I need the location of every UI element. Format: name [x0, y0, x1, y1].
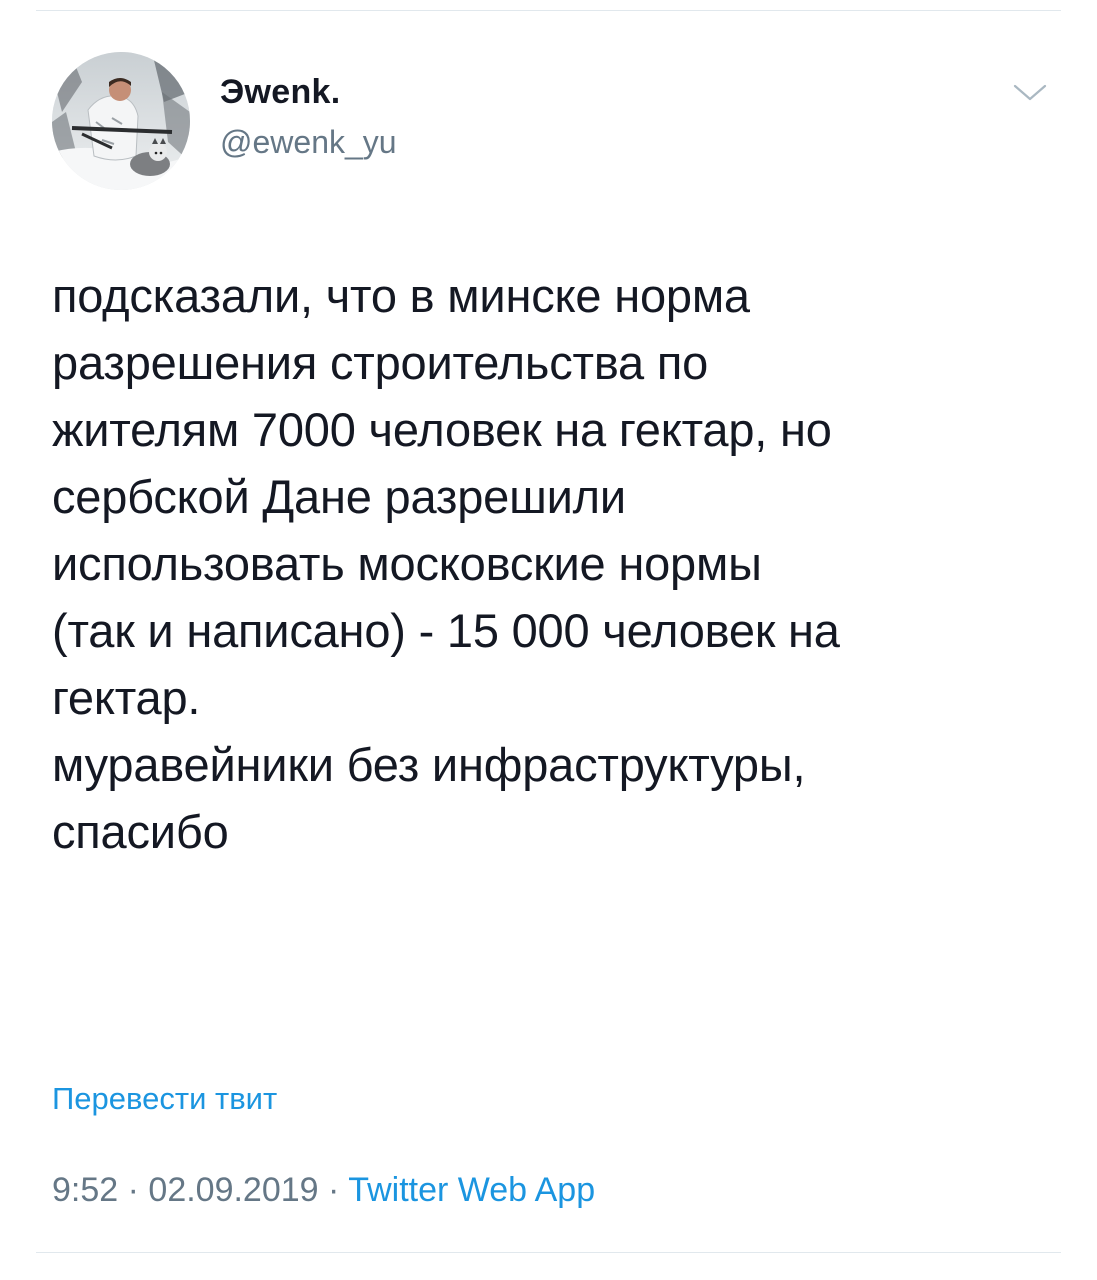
tweet-time[interactable]: 9:52 — [52, 1171, 118, 1209]
tweet-meta: 9:52 · 02.09.2019 · Twitter Web App — [52, 1171, 595, 1210]
chevron-down-icon — [1013, 84, 1047, 101]
author-handle[interactable]: @ewenk_yu — [220, 124, 397, 161]
author-display-name[interactable]: Эwenk. — [220, 73, 340, 112]
meta-separator: · — [318, 1171, 349, 1209]
tweet-menu-button[interactable] — [1012, 80, 1048, 106]
bottom-divider — [36, 1252, 1061, 1253]
translate-tweet-link[interactable]: Перевести твит — [52, 1081, 277, 1117]
tweet-text: подсказали, что в минске норма разрешени… — [52, 269, 840, 858]
meta-separator: · — [118, 1171, 149, 1209]
tweet-date[interactable]: 02.09.2019 — [148, 1171, 318, 1209]
user-avatar-photo-icon — [52, 52, 190, 190]
top-divider — [36, 10, 1061, 11]
avatar[interactable] — [52, 52, 190, 190]
tweet-source-link[interactable]: Twitter Web App — [348, 1171, 595, 1209]
